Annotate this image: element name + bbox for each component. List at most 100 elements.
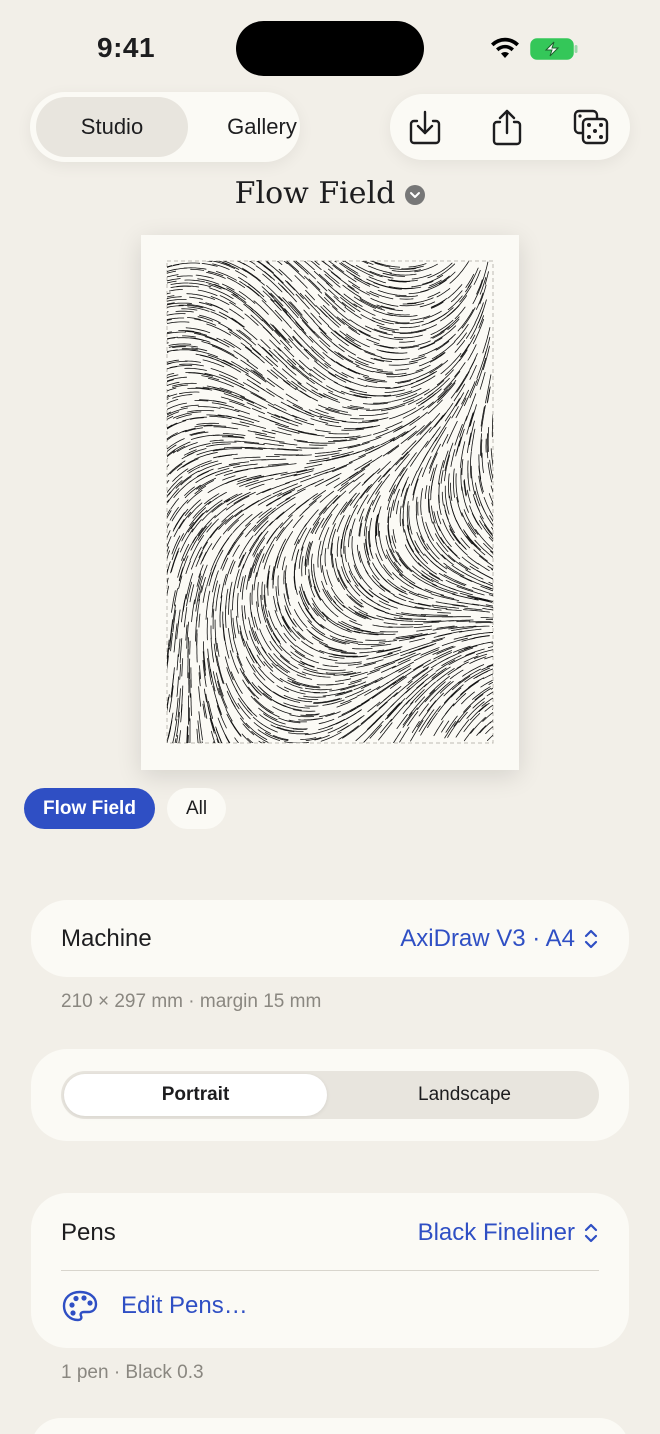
- flow-stroke: [181, 308, 198, 311]
- flow-stroke: [387, 579, 407, 593]
- flow-stroke: [202, 587, 207, 603]
- flow-stroke: [373, 495, 381, 513]
- flow-stroke: [349, 464, 370, 479]
- dice-icon[interactable]: [570, 106, 612, 148]
- flow-stroke: [487, 427, 490, 452]
- portrait-option[interactable]: Portrait: [64, 1074, 327, 1116]
- flow-stroke: [274, 403, 287, 411]
- flow-stroke: [297, 262, 316, 280]
- flow-stroke: [489, 459, 493, 481]
- flow-stroke: [179, 638, 183, 664]
- flow-stroke: [200, 460, 219, 467]
- flow-stroke: [488, 581, 493, 585]
- flow-stroke: [451, 290, 463, 303]
- flow-stroke: [465, 393, 477, 421]
- flow-stroke: [308, 278, 321, 291]
- flow-stroke: [455, 440, 460, 457]
- flow-stroke: [194, 400, 209, 402]
- flow-stroke: [167, 264, 180, 268]
- flow-stroke: [232, 544, 240, 557]
- flow-stroke: [288, 499, 310, 517]
- flow-stroke: [224, 559, 234, 586]
- flow-stroke: [420, 488, 423, 516]
- flow-stroke: [429, 312, 448, 323]
- flow-stroke: [328, 348, 344, 360]
- flow-stroke: [398, 340, 416, 343]
- flow-stroke: [408, 592, 429, 600]
- flow-stroke: [332, 465, 347, 473]
- flow-stroke: [470, 465, 476, 495]
- flow-stroke: [424, 485, 428, 499]
- filter-chip-all[interactable]: All: [167, 788, 226, 829]
- flow-stroke: [279, 442, 298, 446]
- flow-stroke: [167, 321, 190, 324]
- flow-stroke: [167, 342, 169, 344]
- flow-stroke: [170, 282, 189, 285]
- flow-stroke: [393, 731, 402, 743]
- flow-stroke: [167, 393, 178, 398]
- flow-stroke: [371, 681, 397, 699]
- flow-stroke: [420, 647, 440, 656]
- flow-stroke: [330, 358, 343, 367]
- flow-stroke: [332, 264, 357, 283]
- flow-stroke: [216, 705, 227, 729]
- machine-caption: 210 × 297 mm · margin 15 mm: [61, 991, 322, 1012]
- flow-stroke: [239, 668, 250, 685]
- flow-stroke: [453, 634, 472, 640]
- download-icon[interactable]: [404, 106, 446, 148]
- wifi-icon: [491, 37, 519, 58]
- flow-stroke: [211, 345, 238, 360]
- flow-stroke: [320, 554, 322, 573]
- flow-stroke: [377, 646, 403, 653]
- flow-stroke: [206, 518, 219, 533]
- flow-stroke: [227, 519, 240, 532]
- flow-stroke: [411, 375, 436, 388]
- flow-stroke: [410, 720, 424, 742]
- filter-chip-flow-field[interactable]: Flow Field: [24, 788, 155, 829]
- flow-stroke: [455, 392, 465, 407]
- flow-lines: [167, 261, 493, 743]
- flow-stroke: [167, 399, 179, 404]
- flow-stroke: [453, 705, 472, 727]
- flow-stroke: [467, 522, 476, 535]
- flow-stroke: [314, 429, 331, 433]
- studio-tab[interactable]: Studio: [36, 97, 188, 157]
- edit-pens-button[interactable]: Edit Pens…: [61, 1289, 248, 1323]
- machine-card[interactable]: Machine AxiDraw V3 · A4: [31, 900, 629, 977]
- flow-stroke: [333, 600, 344, 611]
- flow-stroke: [441, 703, 455, 721]
- machine-picker[interactable]: AxiDraw V3 · A4: [400, 925, 599, 953]
- flow-stroke: [231, 317, 245, 328]
- flow-stroke: [448, 473, 450, 499]
- gallery-tab[interactable]: Gallery: [194, 97, 330, 157]
- flow-stroke: [458, 628, 482, 633]
- flow-stroke: [465, 569, 484, 580]
- landscape-option[interactable]: Landscape: [333, 1074, 596, 1116]
- flow-stroke: [183, 607, 188, 628]
- next-card: [31, 1418, 629, 1434]
- mode-segmented-control: Studio Gallery: [30, 92, 300, 162]
- flow-stroke: [395, 322, 410, 324]
- pen-picker[interactable]: Black Fineliner: [418, 1219, 599, 1247]
- flow-stroke: [189, 507, 206, 527]
- flow-stroke: [198, 686, 202, 707]
- flow-stroke: [466, 701, 485, 719]
- flow-stroke: [476, 358, 486, 386]
- flow-stroke: [213, 741, 215, 743]
- flow-stroke: [368, 276, 386, 284]
- document-title-button[interactable]: Flow Field: [0, 176, 660, 211]
- flow-stroke: [212, 722, 220, 743]
- flow-stroke: [443, 680, 461, 697]
- flow-stroke: [467, 473, 471, 492]
- flow-stroke: [358, 582, 374, 597]
- flow-stroke: [167, 523, 170, 529]
- flow-stroke: [443, 504, 449, 521]
- artwork-preview[interactable]: [141, 235, 519, 770]
- share-icon[interactable]: [486, 106, 528, 148]
- flow-stroke: [326, 569, 333, 587]
- flow-stroke: [341, 468, 366, 486]
- flow-stroke: [319, 415, 347, 422]
- flow-stroke: [262, 273, 283, 293]
- flow-stroke: [467, 267, 479, 288]
- flow-stroke: [409, 411, 428, 426]
